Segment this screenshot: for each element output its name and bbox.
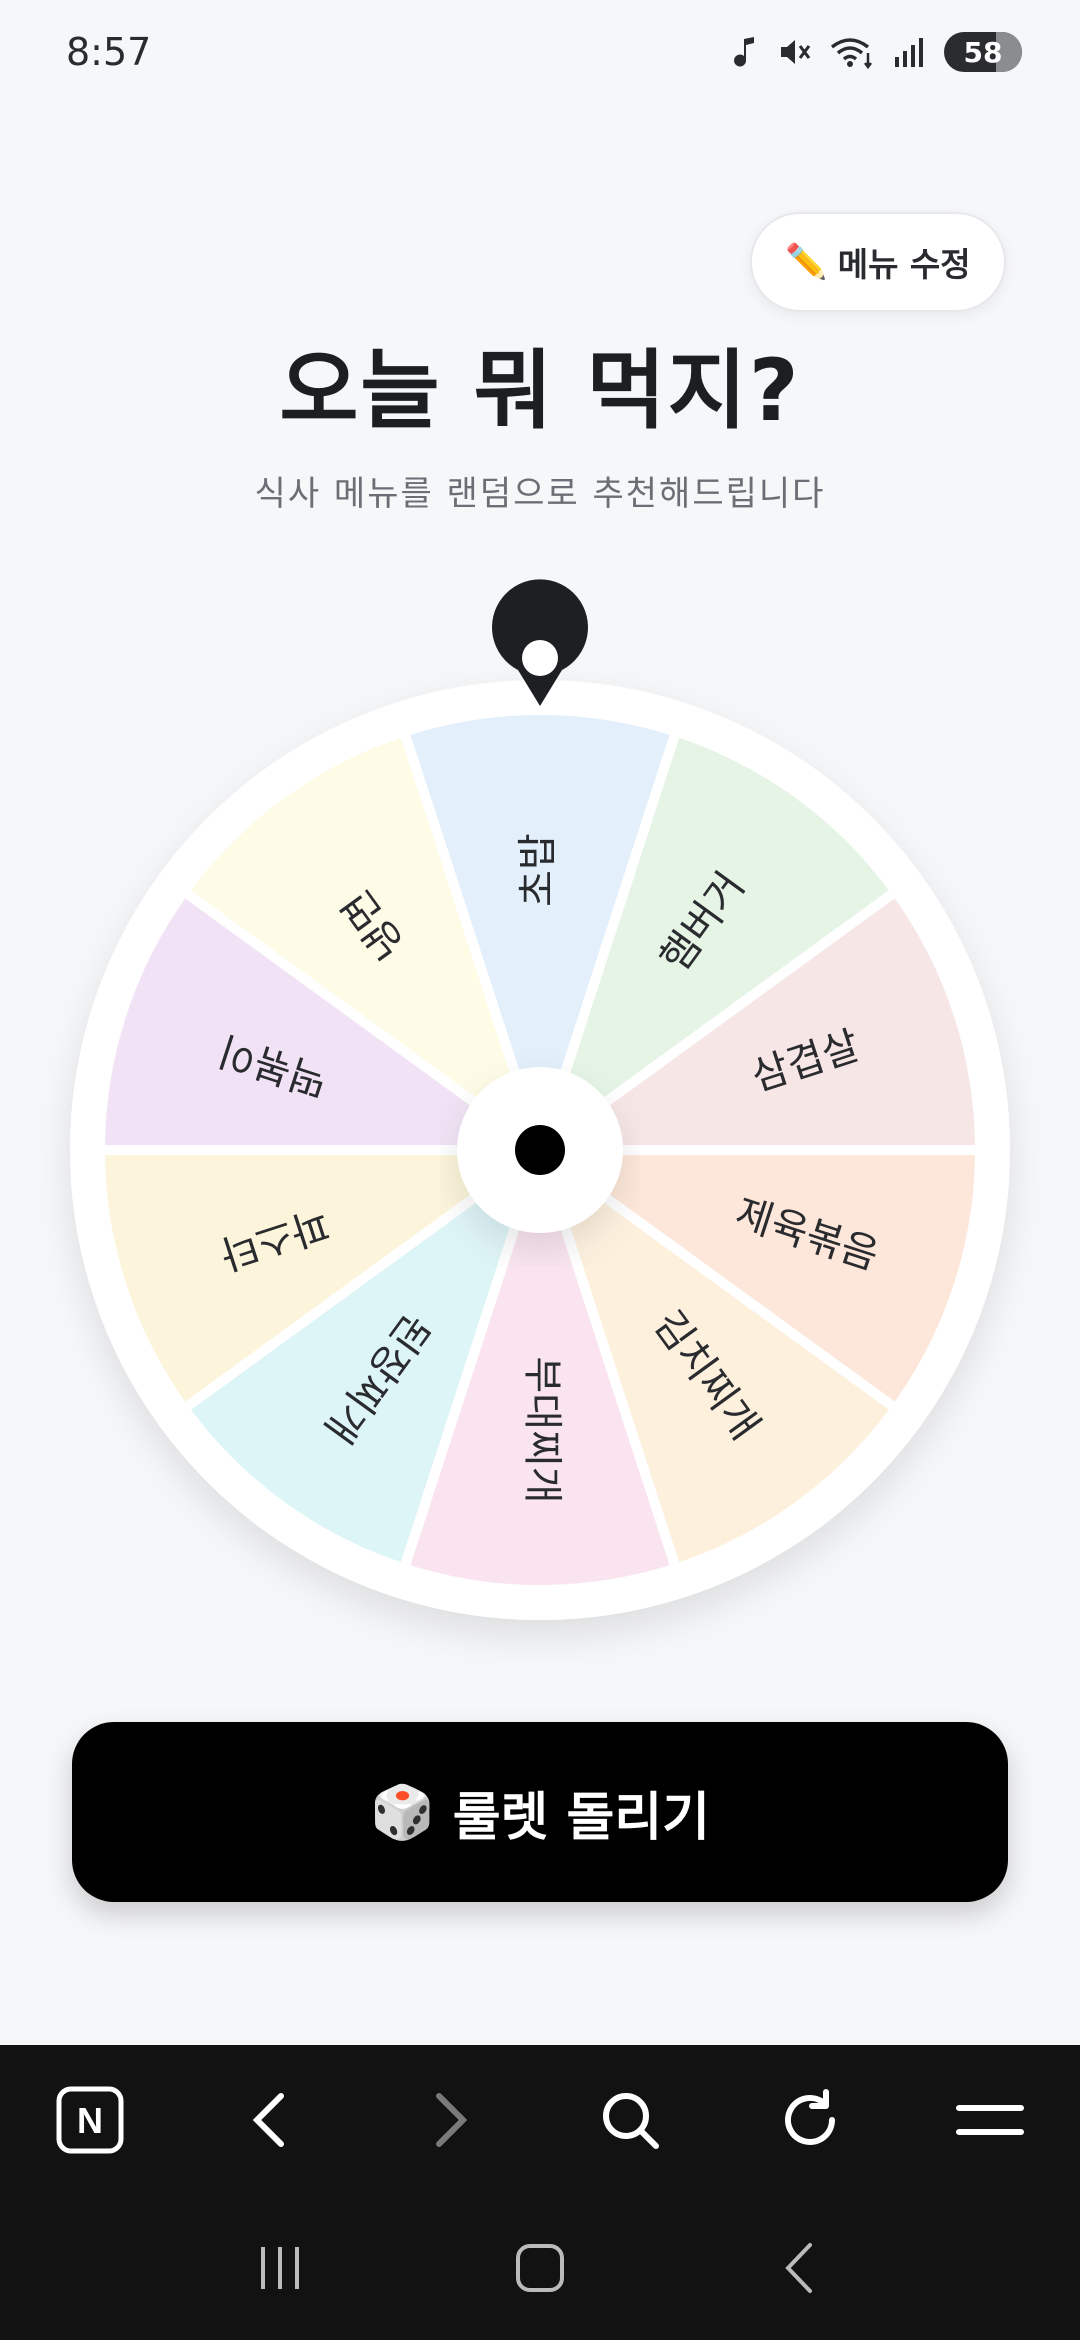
roulette-wheel-svg: 초밥 햄버거삼겹살제육볶음김치찌개부대찌개된장찌개파스타떡볶이냉면 [70,579,1010,1620]
search-icon [603,2093,659,2149]
naver-home-button[interactable]: N [40,2070,140,2170]
refresh-icon [785,2089,835,2145]
search-button[interactable] [580,2070,680,2170]
refresh-button[interactable] [760,2070,860,2170]
system-back-button[interactable] [750,2218,850,2318]
wheel-center-dot [515,1125,565,1175]
chevron-left-icon [252,2093,284,2147]
spin-roulette-label: 룰렛 돌리기 [452,1787,711,1848]
wifi-icon [830,35,874,69]
page-subtitle: 식사 메뉴를 랜덤으로 추천해드립니다 [254,474,826,514]
back-button[interactable] [220,2070,320,2170]
battery-level: 58 [963,35,1003,69]
naver-logo-letter: N [77,2100,103,2141]
system-back-icon [785,2242,812,2293]
status-time: 8:57 [66,30,152,74]
spin-roulette-button[interactable]: 🎲 룰렛 돌리기 [72,1722,1008,1902]
recent-apps-button[interactable] [230,2218,330,2318]
mute-icon [778,35,812,69]
hamburger-menu-icon [956,2105,1024,2135]
menu-button[interactable] [940,2070,1040,2170]
signal-icon [892,35,926,69]
recent-apps-icon [261,2246,299,2289]
music-note-icon [734,35,760,69]
page-title: 오늘 뭐 먹지? [279,341,801,441]
status-bar: 8:57 58 [0,0,1080,110]
forward-button[interactable] [400,2070,500,2170]
wheel-segment-label: 초밥 [515,833,561,907]
dice-icon: 🎲 [369,1782,435,1843]
status-icons: 58 [734,32,1022,72]
wheel-segment-label: 부대찌개 [519,1356,565,1503]
screen: 8:57 58 ✏️ 메뉴 수정 오늘 뭐 먹지? 식사 메뉴를 랜덤으로 추천… [0,0,1080,2340]
home-icon [516,2243,564,2292]
chevron-right-icon [436,2093,468,2147]
roulette-wheel[interactable]: 초밥 햄버거 삼겹살 제육볶음 김치찌개 부대찌개 된장찌개 파스타 떡볶이 냉면 [70,579,1010,1620]
browser-toolbar: N [0,2045,1080,2195]
edit-menu-button[interactable]: ✏️ 메뉴 수정 [750,212,1006,312]
edit-menu-label: 메뉴 수정 [837,245,971,284]
pencil-icon: ✏️ [785,242,828,282]
home-button[interactable] [490,2218,590,2318]
system-navigation-bar [0,2195,1080,2340]
battery-indicator: 58 [944,32,1022,72]
naver-logo-icon: N [56,2086,124,2154]
